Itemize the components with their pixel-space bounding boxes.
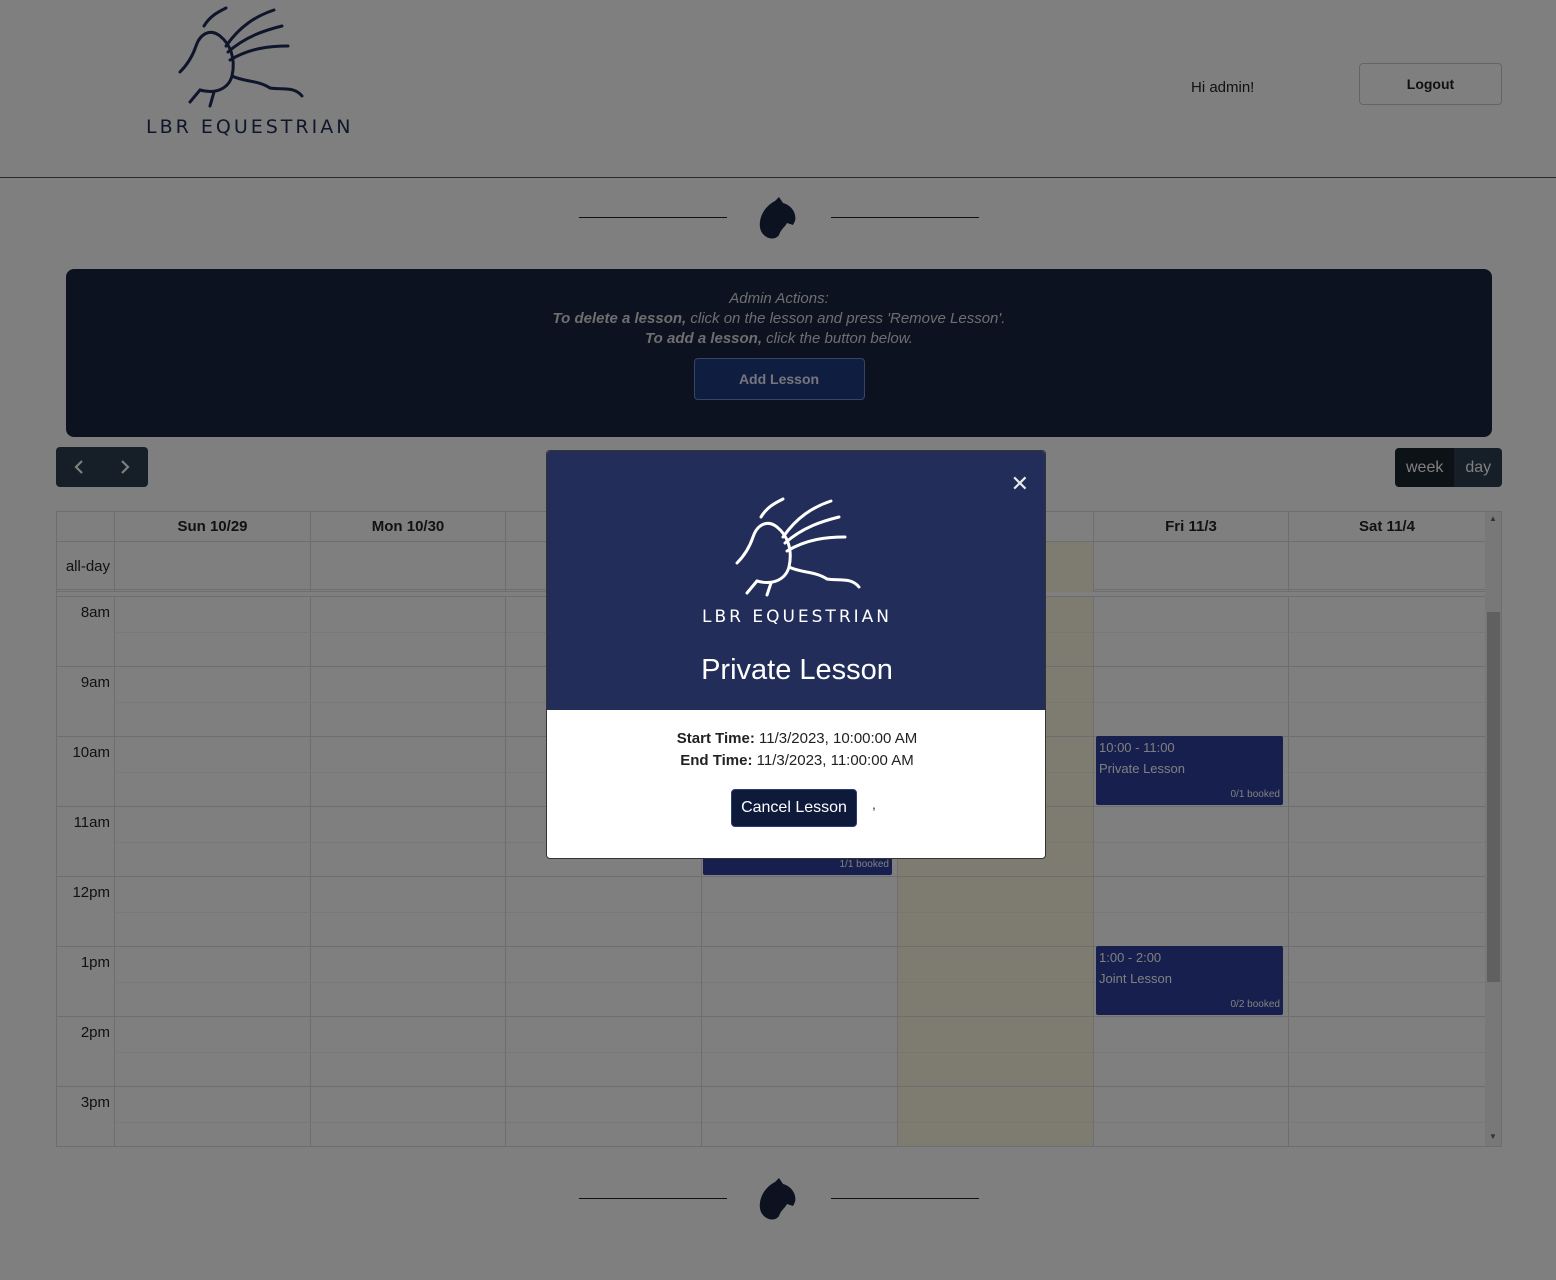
start-time-value: 11/3/2023, 10:00:00 AM	[754, 730, 918, 747]
pegasus-logo-icon	[735, 497, 861, 597]
modal-logo-text: LBR EQUESTRIAN	[701, 607, 892, 627]
close-icon[interactable]: ✕	[1011, 471, 1029, 497]
end-time-label: End Time:	[680, 752, 753, 769]
stray-comma: ,	[872, 796, 876, 812]
modal-title: Private Lesson	[701, 654, 893, 686]
start-time-row: Start Time: 11/3/2023, 10:00:00 AM	[547, 730, 1045, 747]
modal-logo: LBR EQUESTRIAN	[547, 497, 1045, 627]
end-time-row: End Time: 11/3/2023, 11:00:00 AM	[547, 752, 1045, 769]
end-time-value: 11/3/2023, 11:00:00 AM	[752, 752, 914, 769]
cancel-lesson-button[interactable]: Cancel Lesson	[731, 789, 857, 827]
modal-body: Start Time: 11/3/2023, 10:00:00 AM End T…	[547, 710, 1045, 858]
lesson-details-modal: ✕ LBR EQUESTRIAN Private Lesson Start Ti…	[546, 450, 1046, 859]
modal-header: ✕ LBR EQUESTRIAN Private Lesson	[547, 451, 1045, 710]
start-time-label: Start Time:	[676, 730, 755, 747]
